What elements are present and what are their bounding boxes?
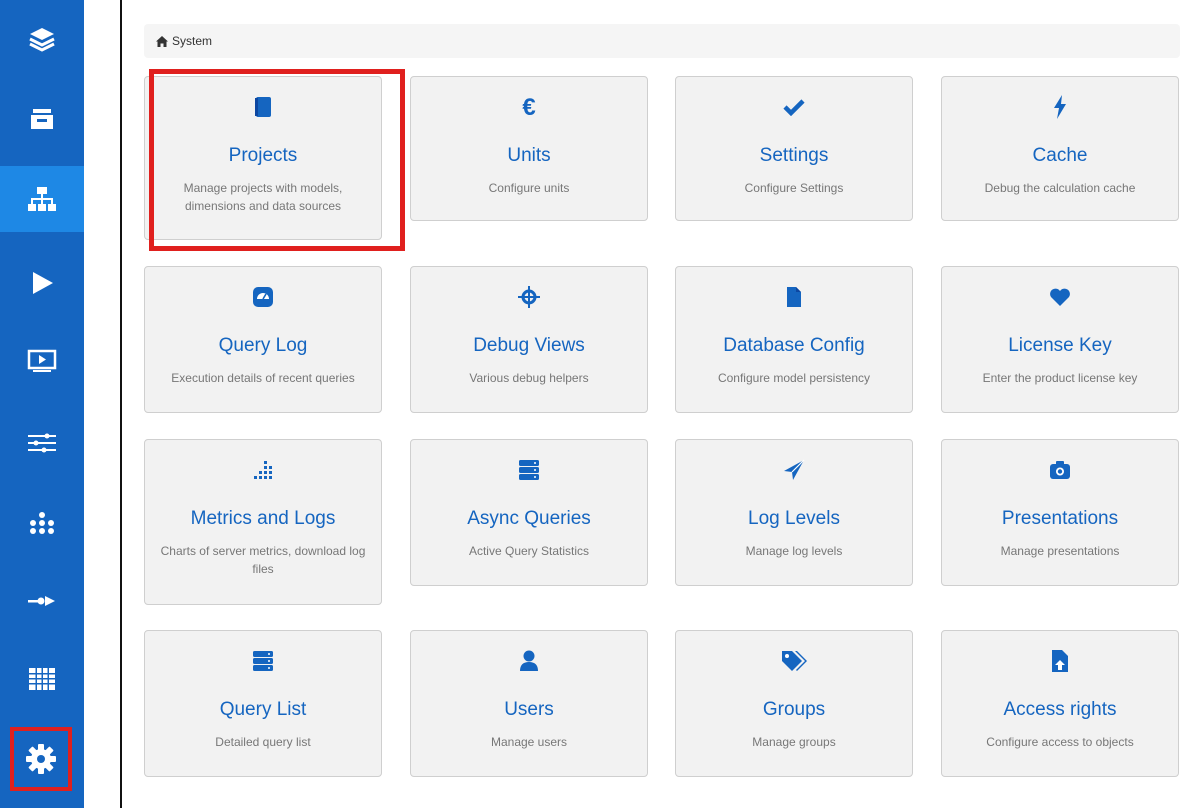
card-users[interactable]: Users Manage users: [410, 630, 648, 777]
file-icon: [787, 287, 801, 307]
card-description: Configure Settings: [744, 181, 844, 195]
card-title: Query Log: [218, 335, 308, 356]
nav-play[interactable]: [0, 250, 84, 316]
svg-text:€: €: [522, 95, 535, 119]
nav-table[interactable]: [0, 646, 84, 712]
access-icon: [1052, 650, 1068, 672]
send-icon: [784, 459, 805, 480]
card-description: Execution details of recent queries: [171, 371, 355, 385]
card-description: Active Query Statistics: [468, 544, 590, 558]
camera-icon: [1050, 461, 1070, 479]
card-debug-views[interactable]: Debug Views Various debug helpers: [410, 266, 648, 413]
database-list-icon: [253, 651, 273, 671]
crosshair-icon: [518, 286, 540, 308]
user-icon: [520, 650, 538, 671]
card-groups[interactable]: Groups Manage groups: [675, 630, 913, 777]
card-description: Manage projects with models, dimensions …: [183, 181, 343, 213]
card-title: Metrics and Logs: [190, 508, 336, 529]
card-async-queries[interactable]: Async Queries Active Query Statistics: [410, 439, 648, 586]
card-query-list[interactable]: Query List Detailed query list: [144, 630, 382, 777]
card-license-key[interactable]: License Key Enter the product license ke…: [941, 266, 1179, 413]
card-description: Configure units: [488, 181, 570, 195]
card-description: Various debug helpers: [469, 371, 589, 385]
book-icon: [255, 97, 271, 117]
tags-icon: [782, 651, 807, 671]
nav-settings[interactable]: [10, 727, 72, 791]
card-title: Groups: [762, 699, 826, 720]
card-presentations[interactable]: Presentations Manage presentations: [941, 439, 1179, 586]
card-description: Manage groups: [752, 735, 836, 749]
card-projects[interactable]: Projects Manage projects with models, di…: [144, 76, 382, 240]
nav-archive[interactable]: [0, 86, 84, 152]
nav-sliders[interactable]: [0, 410, 84, 476]
card-description: Manage users: [490, 735, 568, 749]
sliders-icon: [28, 433, 56, 453]
network-icon: [30, 512, 54, 534]
card-metrics-and-logs[interactable]: Metrics and Logs Charts of server metric…: [144, 439, 382, 605]
card-title: Presentations: [1001, 508, 1119, 529]
connector-icon: [28, 596, 55, 606]
card-title: Projects: [228, 145, 298, 166]
card-description: Configure model persistency: [717, 371, 871, 385]
card-title: License Key: [1008, 335, 1112, 356]
play-icon: [33, 272, 53, 294]
card-description: Manage log levels: [745, 544, 843, 558]
card-title: Async Queries: [467, 508, 591, 529]
card-settings[interactable]: Settings Configure Settings: [675, 76, 913, 221]
card-title: Units: [507, 145, 551, 166]
card-title: Cache: [1032, 145, 1088, 166]
card-database-config[interactable]: Database Config Configure model persiste…: [675, 266, 913, 413]
card-description: Debug the calculation cache: [984, 181, 1136, 195]
gear-icon: [26, 744, 56, 774]
archive-icon: [31, 109, 53, 129]
sitemap-icon: [28, 187, 56, 211]
home-icon[interactable]: [156, 35, 168, 47]
bolt-icon: [1054, 95, 1066, 119]
card-description: Manage presentations: [1000, 544, 1120, 558]
table-icon: [29, 668, 55, 690]
server-icon: [519, 460, 539, 480]
nav-connector[interactable]: [0, 568, 84, 634]
breadcrumb-system[interactable]: System: [172, 34, 212, 48]
layers-icon: [29, 28, 55, 52]
sidebar: [0, 0, 84, 808]
breadcrumb: System: [144, 24, 1180, 58]
nav-layers[interactable]: [0, 6, 84, 72]
card-description: Enter the product license key: [982, 371, 1138, 385]
nav-presentation[interactable]: [0, 328, 84, 394]
card-cache[interactable]: Cache Debug the calculation cache: [941, 76, 1179, 221]
presentation-icon: [27, 349, 57, 372]
main-content: System Projects Manage projects with mod…: [120, 0, 1194, 808]
heart-icon: [1050, 288, 1070, 306]
card-title: Users: [504, 699, 554, 720]
card-title: Log Levels: [748, 508, 840, 529]
card-query-log[interactable]: Query Log Execution details of recent qu…: [144, 266, 382, 413]
card-title: Database Config: [723, 335, 865, 356]
nav-sitemap[interactable]: [0, 166, 84, 232]
card-title: Access rights: [1003, 699, 1117, 720]
euro-icon: €: [522, 95, 535, 119]
bar-chart-icon: [254, 461, 272, 479]
card-units[interactable]: € Units Configure units: [410, 76, 648, 221]
check-icon: [783, 99, 805, 116]
nav-network[interactable]: [0, 490, 84, 556]
card-title: Settings: [759, 145, 829, 166]
card-title: Debug Views: [473, 335, 585, 356]
card-description: Charts of server metrics, download log f…: [160, 544, 366, 576]
dashboard-icon: [253, 287, 273, 307]
card-title: Query List: [219, 699, 307, 720]
card-access-rights[interactable]: Access rights Configure access to object…: [941, 630, 1179, 777]
card-log-levels[interactable]: Log Levels Manage log levels: [675, 439, 913, 586]
card-description: Detailed query list: [215, 735, 311, 749]
card-description: Configure access to objects: [986, 735, 1134, 749]
